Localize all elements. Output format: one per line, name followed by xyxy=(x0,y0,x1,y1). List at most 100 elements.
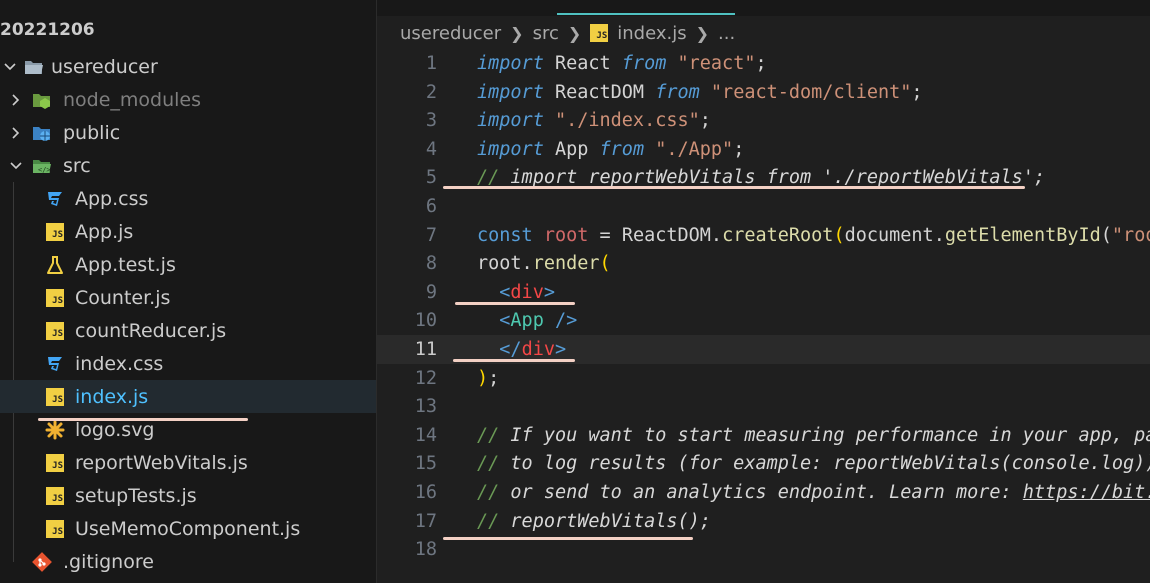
code-token: App xyxy=(543,139,600,160)
code-text: ); xyxy=(477,364,499,393)
tree-file-index-css[interactable]: index.css xyxy=(0,347,376,380)
line-number: 2 xyxy=(425,82,437,103)
js-file-icon: JS xyxy=(45,288,65,308)
tree-item-label: src xyxy=(63,154,91,177)
breadcrumb-item-symbols[interactable]: ... xyxy=(718,23,735,44)
folder-open-icon xyxy=(24,57,44,77)
tree-folder-usereducer[interactable]: usereducer xyxy=(0,50,376,83)
code-line[interactable]: 12); xyxy=(377,364,1150,393)
js-file-icon: JS xyxy=(45,486,65,506)
code-text: import App from "./App"; xyxy=(477,135,744,164)
tree-file-app-js[interactable]: JS App.js xyxy=(0,215,376,248)
code-token: </ xyxy=(499,339,522,360)
tree-file-counter-js[interactable]: JS Counter.js xyxy=(0,281,376,314)
chevron-down-icon[interactable] xyxy=(6,156,26,176)
code-token: React xyxy=(543,53,622,74)
code-token: // xyxy=(477,511,511,532)
code-line[interactable]: 3 import "./index.css"; xyxy=(377,106,1150,135)
code-token: // xyxy=(477,453,511,474)
tree-folder-node-modules[interactable]: node_modules xyxy=(0,83,376,116)
chevron-right-icon[interactable] xyxy=(6,90,26,110)
code-line[interactable]: 10 <App /> xyxy=(377,306,1150,335)
code-token: "./index.css" xyxy=(554,110,700,131)
code-line[interactable]: 17 // reportWebVitals(); xyxy=(377,507,1150,536)
line-number: 4 xyxy=(425,139,437,160)
tree-file-setuptests-js[interactable]: JS setupTests.js xyxy=(0,479,376,512)
code-link[interactable]: https://bit.ly/CRA-vitals xyxy=(1023,482,1150,503)
code-line[interactable]: 7 const root = ReactDOM.createRoot(docume… xyxy=(377,221,1150,250)
tree-item-label: Counter.js xyxy=(75,286,171,309)
code-token: ; xyxy=(733,139,745,160)
js-file-icon: JS xyxy=(45,519,65,539)
tree-item-label: setupTests.js xyxy=(75,484,197,507)
git-file-icon xyxy=(32,551,52,572)
annotation-underline xyxy=(453,359,575,362)
tree-file-countreducer-js[interactable]: JS countReducer.js xyxy=(0,314,376,347)
code-text: import ReactDOM from "react-dom/client"; xyxy=(477,78,923,107)
breadcrumb-item-folder[interactable]: usereducer xyxy=(400,23,501,44)
code-token: ; xyxy=(755,53,767,74)
breadcrumb-item-src[interactable]: src xyxy=(533,23,559,44)
code-text: const root = ReactDOM.createRoot(documen… xyxy=(477,221,1150,250)
code-line[interactable]: 1 import React from "react"; xyxy=(377,49,1150,78)
annotation-underline xyxy=(443,186,1025,189)
code-line[interactable]: 13 xyxy=(377,392,1150,421)
line-number: 17 xyxy=(414,511,437,532)
tree-file-reportwebvitals-js[interactable]: JS reportWebVitals.js xyxy=(0,446,376,479)
code-token: App xyxy=(510,310,544,331)
chevron-right-icon[interactable] xyxy=(6,123,26,143)
code-line[interactable]: 2 import ReactDOM from "react-dom/client"… xyxy=(377,78,1150,107)
tree-item-label: UseMemoComponent.js xyxy=(75,517,301,540)
tree-item-label: index.css xyxy=(75,352,164,375)
chevron-right-icon: ❯ xyxy=(510,23,524,43)
code-line[interactable]: 4 import App from "./App"; xyxy=(377,135,1150,164)
css-file-icon xyxy=(45,189,65,209)
annotation-underline xyxy=(455,302,575,305)
tree-file-usememocomponent-js[interactable]: JS UseMemoComponent.js xyxy=(0,512,376,545)
breadcrumb-item-file[interactable]: index.js xyxy=(617,23,686,44)
code-token: createRoot xyxy=(722,225,834,246)
js-file-icon: JS xyxy=(45,453,65,473)
js-file-icon: JS xyxy=(45,222,65,242)
code-token: reportWebVitals(); xyxy=(510,511,711,532)
code-token: div xyxy=(510,282,544,303)
chevron-right-icon: ❯ xyxy=(567,23,582,43)
code-text: // or send to an analytics endpoint. Lea… xyxy=(477,478,1150,507)
code-token: ( xyxy=(833,225,845,246)
node-folder-icon xyxy=(32,90,52,110)
chevron-down-icon[interactable] xyxy=(0,57,20,77)
code-token: /> xyxy=(554,310,578,331)
tree-file-index-js[interactable]: JS index.js xyxy=(0,380,376,413)
code-token: document. xyxy=(844,225,945,246)
tree-item-label: usereducer xyxy=(51,55,158,78)
code-token: // xyxy=(477,167,511,188)
line-number: 11 xyxy=(414,339,437,360)
tree-item-label: countReducer.js xyxy=(75,319,227,342)
code-token: ( xyxy=(599,253,611,274)
tree-file-app-test-js[interactable]: App.test.js xyxy=(0,248,376,281)
code-token: import xyxy=(477,110,544,131)
code-line[interactable]: 8 root.render( xyxy=(377,249,1150,278)
code-line[interactable]: 15 // to log results (for example: report… xyxy=(377,449,1150,478)
code-token: "react-dom/client" xyxy=(710,82,912,103)
code-token: or send to an analytics endpoint. Learn … xyxy=(510,482,1023,503)
code-line[interactable]: 6 xyxy=(377,192,1150,221)
tree-item-label: App.test.js xyxy=(75,253,176,276)
code-editor[interactable]: usereducer ❯ src ❯ JS index.js ❯ ... 1 im… xyxy=(377,0,1150,583)
tree-folder-src[interactable]: </> src xyxy=(0,149,376,182)
tree-folder-public[interactable]: public xyxy=(0,116,376,149)
code-token: // xyxy=(477,425,511,446)
code-line[interactable]: 14 // If you want to start measuring perf… xyxy=(377,421,1150,450)
svg-text:</>: </> xyxy=(38,166,51,174)
annotation-underline xyxy=(38,418,248,421)
code-token: // xyxy=(477,482,511,503)
code-token: import reportWebVitals from './reportWeb… xyxy=(510,167,1046,188)
code-text: // reportWebVitals(); xyxy=(477,507,711,536)
code-line[interactable]: 16 // or send to an analytics endpoint. L… xyxy=(377,478,1150,507)
tree-file-gitignore[interactable]: .gitignore xyxy=(0,545,376,578)
tree-file-app-css[interactable]: App.css xyxy=(0,182,376,215)
